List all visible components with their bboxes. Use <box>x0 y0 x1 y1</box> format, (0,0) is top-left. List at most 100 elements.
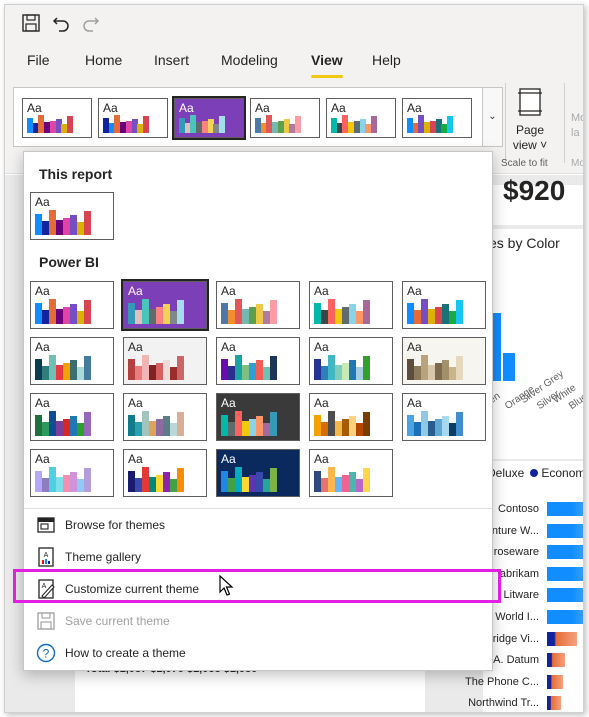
store-bar[interactable] <box>547 502 583 516</box>
gallery-expand-chevron-icon[interactable]: ⌄ <box>483 87 503 147</box>
theme-swatch-bar <box>84 211 92 235</box>
power-bi-theme-11[interactable]: Aa <box>30 393 114 441</box>
theme-swatch-bar <box>435 307 443 324</box>
menu-home[interactable]: Home <box>85 52 122 68</box>
store-bar[interactable] <box>547 674 563 689</box>
power-bi-theme-18[interactable]: Aa <box>216 449 300 497</box>
bar-chart-title: es by Color <box>489 235 560 251</box>
theme-swatch-bar <box>449 367 457 380</box>
theme-swatch-bars <box>407 352 481 380</box>
power-bi-theme-16[interactable]: Aa <box>30 449 114 497</box>
store-bar[interactable] <box>547 588 583 603</box>
theme-swatch-bar <box>42 478 50 492</box>
store-bar[interactable] <box>547 631 577 646</box>
this-report-theme[interactable]: Aa <box>30 192 114 240</box>
theme-swatch-bar <box>321 422 329 436</box>
theme-swatch-bar <box>263 311 271 324</box>
how-to-create-theme-item[interactable]: ? How to create a theme <box>32 639 486 667</box>
power-bi-theme-1[interactable]: Aa <box>30 281 114 329</box>
store-bar[interactable] <box>547 696 561 711</box>
theme-swatch-bar <box>42 366 50 380</box>
power-bi-theme-12[interactable]: Aa <box>123 393 207 441</box>
menu-view[interactable]: View <box>311 52 343 68</box>
theme-swatch-bar <box>428 308 436 324</box>
truncated-label-1: Mo <box>571 112 583 124</box>
save-current-theme-item[interactable]: Save current theme <box>32 607 486 635</box>
store-bar[interactable] <box>547 523 583 538</box>
scale-to-fit-label: Scale to fit <box>501 158 548 169</box>
browse-folder-icon <box>37 517 55 533</box>
theme-swatch-bar <box>335 308 343 324</box>
theme-swatch-bar <box>370 116 377 133</box>
theme-swatch-bar <box>270 356 278 380</box>
power-bi-theme-9[interactable]: Aa <box>309 337 393 385</box>
store-bar[interactable] <box>547 610 583 624</box>
ribbon-theme-2[interactable]: Aa <box>98 98 168 138</box>
ribbon-theme-1[interactable]: Aa <box>22 98 92 138</box>
store-bar[interactable] <box>547 566 583 581</box>
store-bar[interactable] <box>547 545 583 560</box>
theme-swatch-bar <box>335 364 343 380</box>
theme-swatch-bar <box>156 307 164 324</box>
menu-help[interactable]: Help <box>372 52 401 68</box>
menu-modeling[interactable]: Modeling <box>221 52 278 68</box>
theme-swatch-bars <box>128 408 202 436</box>
ribbon-theme-4[interactable]: Aa <box>250 98 320 138</box>
power-bi-theme-3[interactable]: Aa <box>216 281 300 329</box>
theme-gallery-icon: A <box>38 547 54 567</box>
save-current-theme-label: Save current theme <box>65 614 170 628</box>
theme-swatch-bar <box>328 354 336 380</box>
theme-swatch-bar <box>349 416 357 436</box>
theme-swatch-bar <box>170 479 178 492</box>
undo-icon[interactable] <box>51 13 71 33</box>
theme-swatch-bar <box>77 311 85 324</box>
power-bi-theme-2[interactable]: Aa <box>121 279 209 331</box>
power-bi-theme-17[interactable]: Aa <box>123 449 207 497</box>
theme-swatch-bar <box>70 360 78 380</box>
theme-swatch-bars <box>314 464 388 492</box>
theme-swatch-bars <box>103 113 163 133</box>
theme-swatch-bar <box>456 412 464 436</box>
theme-swatch-bar <box>428 364 436 380</box>
theme-swatch-bar <box>249 363 257 380</box>
power-bi-theme-6[interactable]: Aa <box>30 337 114 385</box>
theme-swatch-bar <box>321 310 329 324</box>
power-bi-theme-4[interactable]: Aa <box>309 281 393 329</box>
ribbon-theme-6[interactable]: Aa <box>402 98 472 138</box>
page-view-button[interactable]: Page view ˅ <box>507 85 553 152</box>
ribbon-separator <box>505 83 506 163</box>
theme-swatch-bar <box>70 304 78 324</box>
power-bi-theme-5[interactable]: Aa <box>402 281 486 329</box>
theme-swatch-bar <box>35 303 42 324</box>
menu-file[interactable]: File <box>27 52 50 68</box>
theme-gallery-item[interactable]: A Theme gallery <box>32 543 486 571</box>
theme-swatch-bar <box>63 307 71 324</box>
theme-swatch-bar <box>149 364 157 380</box>
theme-swatch-bar <box>149 308 157 324</box>
theme-swatch-bar <box>177 300 185 324</box>
ribbon-theme-3[interactable]: Aa <box>172 96 246 140</box>
power-bi-theme-10[interactable]: Aa <box>402 337 486 385</box>
power-bi-theme-19[interactable]: Aa <box>309 449 393 497</box>
theme-swatch-bar <box>263 423 271 436</box>
save-icon[interactable] <box>21 13 41 33</box>
power-bi-theme-14[interactable]: Aa <box>309 393 393 441</box>
theme-swatch-bar <box>342 475 350 492</box>
redo-icon[interactable] <box>81 13 101 33</box>
browse-for-themes-item[interactable]: Browse for themes <box>32 511 486 539</box>
theme-swatch-bar <box>128 303 135 324</box>
power-bi-theme-7[interactable]: Aa <box>123 337 207 385</box>
theme-swatch-bars <box>221 296 295 324</box>
store-label: The Phone C... <box>465 675 539 688</box>
store-bar[interactable] <box>547 653 565 668</box>
power-bi-theme-15[interactable]: Aa <box>402 393 486 441</box>
ribbon-theme-5[interactable]: Aa <box>326 98 396 138</box>
power-bi-theme-8[interactable]: Aa <box>216 337 300 385</box>
theme-swatch-bars <box>27 113 87 133</box>
theme-swatch-bar <box>414 422 422 436</box>
color-bar[interactable] <box>503 353 515 381</box>
theme-swatch-bar <box>328 298 336 324</box>
menu-insert[interactable]: Insert <box>154 52 189 68</box>
power-bi-theme-13[interactable]: Aa <box>216 393 300 441</box>
theme-swatch-bar <box>128 471 135 492</box>
